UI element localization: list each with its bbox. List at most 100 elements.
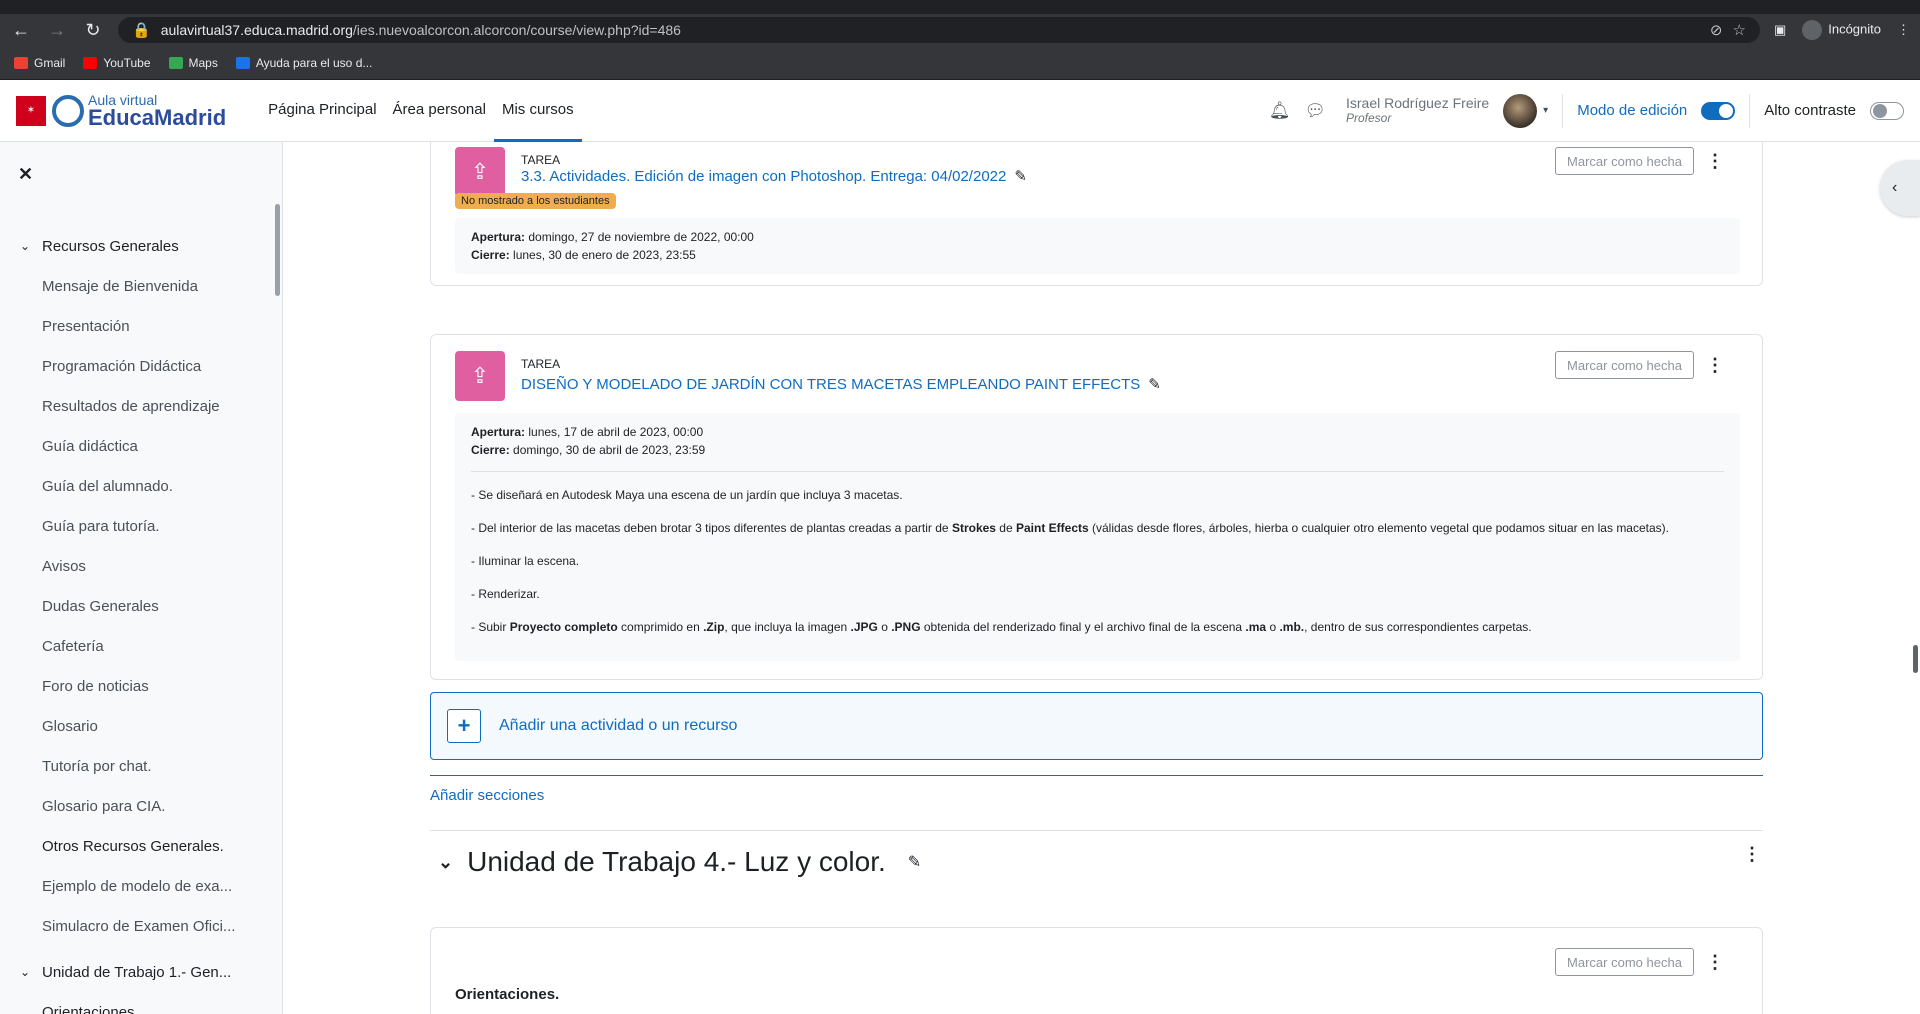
description-paragraph: - Renderizar. (471, 587, 540, 601)
add-activity-button[interactable]: + Añadir una actividad o un recurso (430, 692, 1763, 760)
bookmark-label: Ayuda para el uso d... (255, 55, 373, 70)
pencil-icon[interactable]: ✎ (1014, 168, 1027, 185)
close-label: Cierre: (471, 443, 510, 457)
lock-icon[interactable]: 🔒 (132, 21, 151, 39)
close-date: domingo, 30 de abril de 2023, 23:59 (509, 443, 706, 457)
eye-off-icon[interactable]: ⊘ (1710, 21, 1723, 39)
url-path: /ies.nuevoalcorcon.alcorcon/course/view.… (352, 22, 681, 38)
divider (430, 775, 1763, 776)
close-date: lunes, 30 de enero de 2023, 23:55 (509, 248, 696, 262)
divider (430, 830, 1763, 831)
list-item[interactable]: Foro de noticias (0, 666, 280, 706)
mark-done-button[interactable]: Marcar como hecha (1555, 948, 1694, 976)
page-scrollbar[interactable] (1913, 645, 1918, 673)
bookmark-youtube[interactable]: YouTube (83, 56, 151, 70)
close-icon[interactable]: ✕ (18, 164, 33, 185)
user-menu[interactable]: Israel Rodríguez Freire Profesor (1346, 95, 1489, 125)
add-activity-label: Añadir una actividad o un recurso (499, 717, 738, 734)
user-role: Profesor (1346, 110, 1392, 125)
avatar[interactable] (1503, 93, 1538, 128)
edit-mode-label: Modo de edición (1577, 102, 1688, 119)
activity-type: TAREA (521, 153, 561, 167)
chat-icon[interactable]: 💬︎ (1304, 101, 1326, 121)
bookmarks-bar: Gmail YouTube Maps Ayuda para el uso d..… (0, 46, 1920, 80)
nav-mis-cursos[interactable]: Mis cursos (493, 80, 582, 142)
activity-link[interactable]: DISEÑO Y MODELADO DE JARDÍN CON TRES MAC… (521, 376, 1140, 393)
course-content: ⇪ TAREA 3.3. Actividades. Edición de ima… (283, 142, 1920, 1014)
chevron-down-icon[interactable]: ⌄ (20, 965, 42, 979)
bookmark-label: Gmail (34, 55, 66, 70)
incognito-icon (1802, 20, 1823, 40)
incognito-profile[interactable]: Incógnito (1802, 20, 1881, 40)
list-item[interactable]: Avisos (0, 546, 280, 586)
description-paragraph: - Subir Proyecto completo comprimido en … (471, 620, 1532, 634)
course-index: ⌄ Recursos Generales Mensaje de Bienvenid… (0, 226, 280, 1014)
kebab-menu-icon[interactable]: ⋮ (1706, 151, 1724, 172)
divider (1562, 93, 1564, 128)
bookmark-maps[interactable]: Maps (168, 56, 218, 70)
high-contrast-toggle[interactable] (1870, 101, 1904, 120)
course-section-unidad-1[interactable]: ⌄ Unidad de Trabajo 1.- Gen... (0, 952, 280, 992)
kebab-menu-icon[interactable]: ⋮ (1706, 355, 1724, 376)
list-item[interactable]: Otros Recursos Generales. (0, 826, 280, 866)
bookmark-gmail[interactable]: Gmail (14, 56, 65, 70)
maps-icon (168, 56, 183, 69)
list-item[interactable]: Tutoría por chat. (0, 746, 280, 786)
assignment-upload-icon: ⇪ (455, 147, 505, 197)
educamadrid-logo[interactable]: ✶ Aula virtual EducaMadrid (16, 93, 226, 129)
list-item[interactable]: Resultados de aprendizaje (0, 386, 280, 426)
activity-dates: Apertura: domingo, 27 de noviembre de 20… (455, 218, 1740, 274)
course-section-recursos-generales[interactable]: ⌄ Recursos Generales (0, 226, 280, 266)
forward-icon[interactable]: → (46, 20, 68, 41)
gmail-icon (14, 56, 28, 69)
close-label: Cierre: (471, 248, 510, 262)
list-item[interactable]: Guía del alumnado. (0, 466, 280, 506)
chevron-down-icon[interactable]: ▾ (1543, 105, 1548, 116)
kebab-menu-icon[interactable]: ⋮ (1743, 844, 1761, 865)
description-paragraph: - Del interior de las macetas deben brot… (471, 521, 1669, 535)
logo-big-text: EducaMadrid (88, 104, 227, 130)
bell-icon[interactable]: 🔔︎ (1269, 101, 1291, 121)
pencil-icon[interactable]: ✎ (1148, 376, 1161, 393)
high-contrast-label: Alto contraste (1764, 102, 1856, 119)
description-paragraph: - Iluminar la escena. (471, 554, 580, 568)
list-item[interactable]: Cafetería (0, 626, 280, 666)
list-item[interactable]: Dudas Generales (0, 586, 280, 626)
list-item[interactable]: Guía para tutoría. (0, 506, 280, 546)
list-item[interactable]: Orientaciones. (0, 992, 280, 1014)
bookmark-ayuda[interactable]: Ayuda para el uso d... (235, 55, 373, 70)
madrid-flag-icon: ✶ (16, 95, 46, 126)
chevron-down-icon[interactable]: ⌄ (20, 239, 42, 253)
course-index-drawer: ✕ ⌄ Recursos Generales Mensaje de Bienven… (0, 142, 283, 1014)
browser-toolbar: ← → ↻ 🔒 aulavirtual37.educa.madrid.org/i… (0, 14, 1920, 46)
chevron-down-icon[interactable]: ⌄ (438, 852, 453, 873)
mark-done-button[interactable]: Marcar como hecha (1555, 147, 1694, 175)
mark-done-button[interactable]: Marcar como hecha (1555, 351, 1694, 379)
kebab-menu-icon[interactable]: ⋮ (1706, 952, 1724, 973)
side-panel-icon[interactable]: ▣ (1774, 22, 1786, 38)
list-item[interactable]: Glosario (0, 706, 280, 746)
activity-dates: Apertura: lunes, 17 de abril de 2023, 00… (455, 413, 1740, 661)
add-sections-link[interactable]: Añadir secciones (430, 787, 544, 804)
list-item[interactable]: Mensaje de Bienvenida (0, 266, 280, 306)
star-icon[interactable]: ☆ (1732, 21, 1745, 39)
edit-mode-toggle[interactable] (1701, 101, 1736, 120)
pencil-icon[interactable]: ✎ (908, 852, 921, 872)
nav-area-personal[interactable]: Área personal (385, 80, 494, 142)
address-bar[interactable]: 🔒 aulavirtual37.educa.madrid.org/ies.nue… (118, 17, 1760, 43)
activity-card: Marcar como hecha ⋮ Orientaciones. (430, 927, 1763, 1014)
list-item[interactable]: Glosario para CIA. (0, 786, 280, 826)
list-item[interactable]: Programación Didáctica (0, 346, 280, 386)
nav-pagina-principal[interactable]: Página Principal (260, 80, 384, 142)
browser-menu-icon[interactable]: ⋮ (1897, 22, 1910, 38)
folder-icon (235, 56, 250, 69)
profile-label: Incógnito (1828, 21, 1881, 37)
activity-link[interactable]: 3.3. Actividades. Edición de imagen con … (521, 168, 1006, 185)
back-icon[interactable]: ← (10, 20, 32, 41)
list-item[interactable]: Presentación (0, 306, 280, 346)
divider (1749, 93, 1751, 128)
list-item[interactable]: Simulacro de Examen Ofici... (0, 906, 280, 946)
list-item[interactable]: Guía didáctica (0, 426, 280, 466)
reload-icon[interactable]: ↻ (82, 20, 104, 41)
list-item[interactable]: Ejemplo de modelo de exa... (0, 866, 280, 906)
